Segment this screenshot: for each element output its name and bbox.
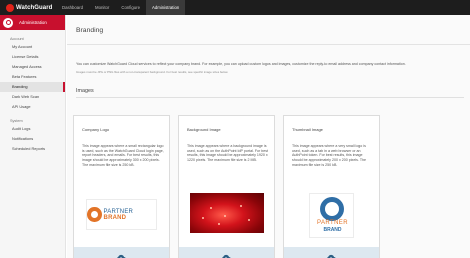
gear-icon <box>3 17 13 28</box>
watchguard-logo-icon <box>6 3 14 12</box>
thumbnail-image-preview: PARTNER BRAND <box>309 193 354 238</box>
upload-cloud-icon[interactable] <box>221 254 231 258</box>
partner-logo-mark <box>87 207 102 222</box>
sidebar-header: Administration <box>0 15 65 30</box>
partner-logo-mark <box>320 197 344 221</box>
intro-note: Images must be JPG or PNG files with a n… <box>76 70 229 74</box>
top-nav-menu: Dashboard Monitor Configure Administrati… <box>56 0 186 15</box>
sidebar-item-managed-access[interactable]: Managed Access <box>0 62 65 72</box>
sidebar-section-system: System <box>10 119 23 123</box>
thumbnail-image-card: Thumbnail Image This image appears where… <box>283 115 380 258</box>
page-header: Branding <box>67 15 470 45</box>
upload-cloud-icon[interactable] <box>116 254 126 258</box>
sidebar-item-api-usage[interactable]: API Usage <box>0 102 65 112</box>
sidebar-item-beta-features[interactable]: Beta Features <box>0 72 65 82</box>
background-image-card: Background Image This image appears wher… <box>178 115 275 258</box>
card-title: Company Logo <box>82 127 110 132</box>
tab-monitor[interactable]: Monitor <box>89 0 115 15</box>
background-image-preview <box>190 193 264 233</box>
upload-cloud-icon[interactable] <box>326 254 336 258</box>
sidebar: Administration Account My Account Licens… <box>0 15 66 258</box>
brand-word: BRAND <box>323 227 342 233</box>
sidebar-item-branding[interactable]: Branding <box>0 82 65 92</box>
sidebar-item-audit-logs[interactable]: Audit Logs <box>0 124 65 134</box>
section-title-images: Images <box>76 88 94 94</box>
tab-dashboard[interactable]: Dashboard <box>56 0 89 15</box>
partner-word: PARTNER <box>317 220 348 226</box>
watchguard-logo[interactable]: WatchGuard <box>6 3 52 12</box>
sidebar-item-my-account[interactable]: My Account <box>0 42 65 52</box>
sidebar-section-account: Account <box>10 37 24 41</box>
tab-configure[interactable]: Configure <box>115 0 146 15</box>
intro-text: You can customize WatchGuard Cloud servi… <box>76 62 406 66</box>
company-logo-preview: PARTNER BRAND <box>86 199 157 230</box>
sidebar-item-scheduled-reports[interactable]: Scheduled Reports <box>0 144 65 154</box>
card-description: This image appears where a small rectang… <box>82 144 164 167</box>
logo-text: WatchGuard <box>16 4 53 11</box>
brand-word: BRAND <box>103 214 127 221</box>
card-footer <box>74 247 169 258</box>
sidebar-title: Administration <box>19 20 47 25</box>
main-content: Branding You can customize WatchGuard Cl… <box>67 15 470 258</box>
card-description: This image appears where a very small lo… <box>292 144 367 167</box>
sidebar-item-license-details[interactable]: License Details <box>0 52 65 62</box>
top-navigation-bar: WatchGuard Dashboard Monitor Configure A… <box>0 0 470 15</box>
page-title: Branding <box>76 27 104 34</box>
card-title: Background Image <box>187 127 221 132</box>
card-description: This image appears where a background im… <box>187 144 269 163</box>
card-footer <box>284 247 379 258</box>
card-footer <box>179 247 274 258</box>
sidebar-item-dark-web-scan[interactable]: Dark Web Scan <box>0 92 65 102</box>
company-logo-card: Company Logo This image appears where a … <box>73 115 170 258</box>
section-divider <box>76 97 464 98</box>
sidebar-item-notifications[interactable]: Notifications <box>0 134 65 144</box>
tab-administration[interactable]: Administration <box>146 0 186 15</box>
card-title: Thumbnail Image <box>292 127 323 132</box>
